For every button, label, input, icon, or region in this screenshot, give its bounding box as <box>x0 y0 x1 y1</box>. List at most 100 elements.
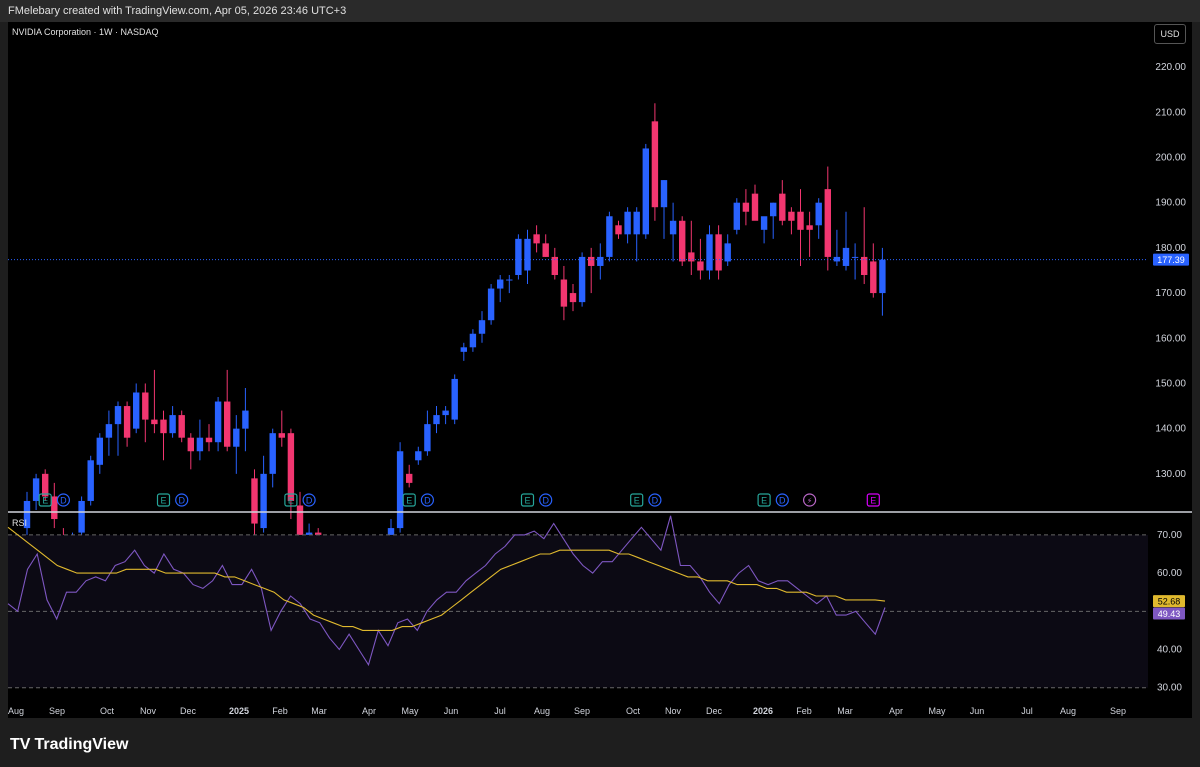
price-tick-label: 140.00 <box>1155 424 1186 435</box>
earnings-marker-label: E <box>406 496 412 506</box>
candle-body <box>32 478 40 501</box>
candle-body <box>751 193 759 221</box>
dividend-marker-label: D <box>178 496 185 506</box>
candle-body <box>169 415 176 434</box>
candle-body <box>742 202 750 212</box>
candle-body <box>251 478 258 524</box>
candle-body <box>770 202 777 217</box>
candle-body <box>424 424 431 452</box>
candle-body <box>105 424 113 438</box>
candle-body <box>506 279 513 281</box>
earnings-marker-label: E <box>42 496 48 506</box>
rsi-tick-label: 40.00 <box>1157 645 1182 656</box>
x-tick-label: 2026 <box>753 706 773 716</box>
dividend-marker-label: D <box>60 496 67 506</box>
chart-canvas[interactable]: E D E D E D E D E D E D E D ⚡ E 220.00 210.00 200.00 190.0… <box>0 0 1200 767</box>
footer <box>0 718 1200 767</box>
candle-body <box>651 121 659 208</box>
rsi-tick-label: 30.00 <box>1157 683 1182 694</box>
candle-body <box>78 500 85 533</box>
candle-body <box>824 189 831 257</box>
candle-body <box>133 392 140 429</box>
candle-body <box>214 401 222 443</box>
candle-body <box>151 419 158 425</box>
brand-label: TradingView <box>34 736 129 753</box>
candle-body <box>578 256 586 303</box>
candle-body <box>660 180 668 208</box>
price-tick-label: 180.00 <box>1155 243 1186 254</box>
earnings-marker-label: E <box>524 496 530 506</box>
candle-body <box>233 428 240 447</box>
candle-body <box>497 279 504 289</box>
rsi-tick-label: 70.00 <box>1157 530 1182 541</box>
price-tick-label: 190.00 <box>1155 198 1186 209</box>
candle-body <box>669 220 677 235</box>
candle-body <box>114 406 122 425</box>
rsi-value-label: 49.43 <box>1158 609 1181 619</box>
x-tick-label: Sep <box>1110 706 1126 716</box>
candle-body <box>724 243 731 262</box>
x-tick-label: Jul <box>494 706 506 716</box>
candle-body <box>879 259 886 294</box>
candle-body <box>160 419 167 434</box>
tradingview-mark-icon: TV <box>10 736 31 753</box>
x-tick-label: Sep <box>574 706 590 716</box>
candle-body <box>205 437 213 443</box>
candle-body <box>642 148 649 235</box>
candle-body <box>615 225 622 235</box>
candle-body <box>196 437 204 452</box>
candle-body <box>633 211 640 235</box>
candle-body <box>569 293 577 303</box>
candle-body <box>487 288 495 321</box>
candle-body <box>269 433 276 474</box>
candle-body <box>433 415 440 425</box>
price-tick-label: 170.00 <box>1155 288 1186 299</box>
candle-body <box>524 238 531 271</box>
dividend-marker-label: D <box>306 496 313 506</box>
currency-button[interactable]: USD <box>1154 24 1186 44</box>
candle-body <box>715 234 722 271</box>
candle-body <box>815 202 822 226</box>
candle-body <box>451 378 458 420</box>
x-tick-label: Aug <box>8 706 24 716</box>
x-tick-label: Sep <box>49 706 65 716</box>
candle-body <box>260 473 267 529</box>
x-tick-label: Jun <box>970 706 985 716</box>
candle-body <box>733 202 740 230</box>
earnings-marker-label: E <box>634 496 640 506</box>
candle-body <box>706 234 713 271</box>
dividend-marker-label: D <box>779 496 786 506</box>
candle-body <box>42 473 49 497</box>
dividend-marker-label: D <box>652 496 659 506</box>
candle-body <box>515 238 522 275</box>
split-marker-label: ⚡ <box>807 497 813 506</box>
candle-body <box>242 410 249 429</box>
candle-body <box>278 433 285 438</box>
x-tick-label: Apr <box>889 706 903 716</box>
candle-body <box>760 216 768 230</box>
candle-body <box>624 211 631 235</box>
x-tick-label: Jun <box>444 706 459 716</box>
x-tick-label: May <box>401 706 419 716</box>
dividend-marker-label: D <box>424 496 431 506</box>
candle-body <box>597 256 604 266</box>
x-tick-label: Jul <box>1021 706 1033 716</box>
candle-body <box>123 406 131 438</box>
rsi-legend: RSI <box>12 518 28 528</box>
last-price-label: 177.39 <box>1157 255 1185 265</box>
candle-body <box>287 433 295 501</box>
tradingview-logo[interactable]: TV TradingView <box>10 736 128 754</box>
candle-body <box>842 247 850 266</box>
earnings-marker-label: E <box>288 496 294 506</box>
candle-body <box>788 211 795 221</box>
rsi-value-label: 52.68 <box>1158 597 1181 607</box>
candle-body <box>178 415 185 438</box>
candle-body <box>187 437 194 452</box>
x-tick-label: Aug <box>1060 706 1076 716</box>
candle-body <box>779 193 786 221</box>
candle-body <box>679 220 686 262</box>
candle-body <box>460 347 467 352</box>
candle-body <box>415 451 422 461</box>
earnings-marker-label: E <box>870 496 876 506</box>
candle-body <box>478 320 486 334</box>
